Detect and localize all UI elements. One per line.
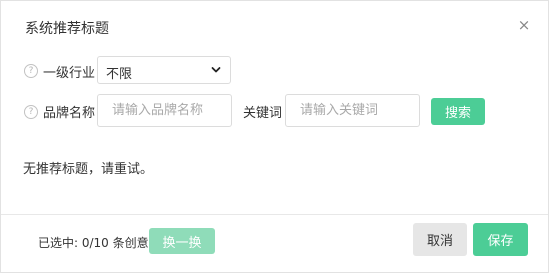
industry-label: 一级行业: [43, 66, 96, 81]
recommend-title-dialog: 系统推荐标题 × ? 一级行业 不限 ? 品牌名称 关键词 搜索 无推荐标题，请…: [0, 0, 549, 273]
selected-count-text: 已选中: 0/10 条创意: [38, 236, 149, 250]
brand-name-input[interactable]: [97, 94, 232, 127]
question-circle-icon: ?: [24, 105, 38, 119]
swap-button[interactable]: 换一换: [149, 228, 215, 254]
search-button[interactable]: 搜索: [431, 98, 485, 125]
footer-divider: [1, 214, 548, 215]
brand-label: 品牌名称: [43, 106, 96, 121]
keyword-input[interactable]: [285, 94, 420, 127]
industry-select[interactable]: 不限: [97, 56, 231, 84]
chevron-down-icon: [211, 67, 221, 73]
cancel-button[interactable]: 取消: [413, 223, 467, 256]
close-icon[interactable]: ×: [513, 14, 535, 36]
save-button[interactable]: 保存: [473, 223, 528, 256]
dialog-title: 系统推荐标题: [25, 21, 109, 37]
empty-result-message: 无推荐标题，请重试。: [23, 162, 154, 177]
keyword-label: 关键词: [243, 106, 283, 121]
question-circle-icon: ?: [24, 64, 38, 78]
industry-selected-value: 不限: [106, 67, 133, 82]
